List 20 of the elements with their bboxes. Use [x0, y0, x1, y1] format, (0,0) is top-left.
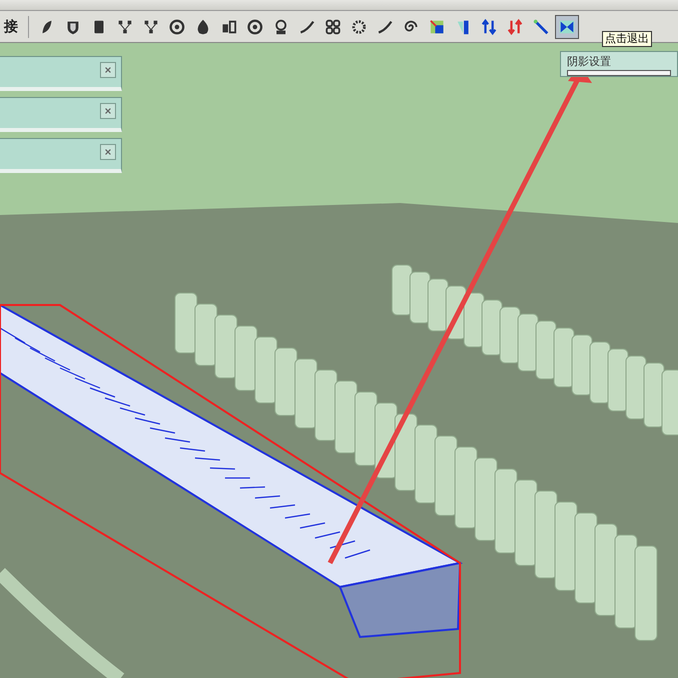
target-icon: [168, 18, 186, 36]
tooltip: 点击退出: [602, 31, 652, 47]
close-button[interactable]: [100, 144, 116, 160]
downup-icon: [506, 18, 524, 36]
panel-title: 阴影设置: [567, 55, 612, 68]
target-icon: [246, 18, 264, 36]
grid-icon: [324, 18, 342, 36]
close-icon: [104, 66, 112, 74]
toolbar-label: 接: [4, 18, 18, 36]
bowtie-icon: [558, 18, 576, 36]
updown-icon: [480, 18, 498, 36]
nodes-icon: [142, 18, 160, 36]
close-button[interactable]: [100, 62, 116, 78]
close-icon: [104, 107, 112, 115]
diagonal-icon: [532, 18, 550, 36]
close-icon: [104, 148, 112, 156]
nodes-icon: [116, 18, 134, 36]
cog-icon: [350, 18, 368, 36]
tool-button[interactable]: [555, 14, 579, 38]
close-button[interactable]: [100, 103, 116, 119]
